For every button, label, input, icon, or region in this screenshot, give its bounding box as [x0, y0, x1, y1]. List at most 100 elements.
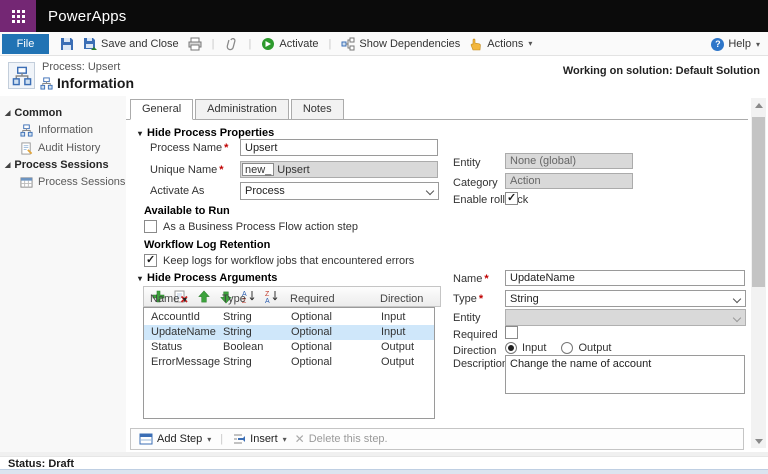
direction-input-radio[interactable] — [505, 342, 517, 354]
attach-button[interactable] — [225, 37, 239, 51]
column-header-type[interactable]: Type — [222, 293, 290, 305]
tab-notes[interactable]: Notes — [290, 99, 344, 120]
collapse-triangle-icon: ▾ — [138, 128, 143, 138]
scroll-down-button[interactable] — [751, 434, 766, 448]
save-icon — [61, 37, 73, 50]
unique-name-field: new_ Upsert — [240, 161, 438, 178]
waffle-menu-icon[interactable] — [0, 0, 36, 32]
cell-direction: Output — [381, 356, 415, 368]
app-top-bar: PowerApps — [0, 0, 768, 32]
cell-direction: Input — [381, 311, 406, 323]
workflow-icon — [20, 123, 33, 137]
detail-entity-label: Entity — [453, 312, 481, 324]
table-row[interactable]: AccountId String Optional Input — [144, 310, 434, 325]
workflow-icon — [40, 76, 53, 90]
direction-radio-group: Input Output — [505, 342, 612, 354]
print-icon — [188, 37, 202, 50]
show-dependencies-icon — [341, 37, 355, 50]
arguments-table-header: Name ▼ Type Required Direction — [143, 293, 435, 305]
section-process-arguments[interactable]: ▾ Hide Process Arguments — [138, 272, 277, 284]
column-header-required[interactable]: Required — [290, 293, 380, 305]
sidebar-group-process-sessions[interactable]: ◢ Process Sessions — [0, 157, 126, 173]
keep-logs-checkbox[interactable] — [144, 254, 157, 267]
add-step-button[interactable]: Add Step ▾ — [139, 432, 211, 446]
detail-name-input[interactable] — [505, 270, 745, 286]
detail-required-label: Required — [453, 329, 498, 341]
chevron-down-icon — [732, 294, 742, 304]
actions-hand-icon — [470, 38, 482, 50]
save-and-close-button[interactable]: Save and Close — [83, 37, 179, 51]
save-button[interactable] — [60, 37, 74, 51]
show-dependencies-button[interactable]: Show Dependencies — [341, 37, 460, 51]
cell-type: String — [223, 326, 252, 338]
unique-name-value: Upsert — [277, 163, 310, 176]
scroll-up-button[interactable] — [751, 98, 766, 112]
working-on-solution-label: Working on solution: Default Solution — [562, 65, 760, 77]
bpf-action-step-checkbox[interactable] — [144, 220, 157, 233]
cell-name: Status — [151, 341, 183, 353]
category-label: Category — [453, 177, 498, 189]
sidebar-item-label: Information — [38, 124, 94, 136]
save-and-close-label: Save and Close — [101, 37, 179, 50]
vertical-scrollbar[interactable] — [751, 98, 766, 448]
table-row[interactable]: Status Boolean Optional Output — [144, 340, 434, 355]
detail-direction-label: Direction — [453, 345, 497, 357]
activate-as-select[interactable]: Process — [240, 182, 439, 200]
print-button[interactable] — [188, 37, 202, 51]
file-button[interactable]: File — [2, 34, 49, 54]
scrollbar-thumb[interactable] — [752, 117, 765, 287]
detail-type-select[interactable]: String — [505, 290, 746, 307]
table-row[interactable]: UpdateName String Optional Input — [144, 325, 434, 340]
arguments-table: AccountId String Optional Input UpdateName S… — [143, 307, 435, 419]
bottom-accent-bar — [0, 469, 768, 474]
audit-history-icon — [21, 141, 33, 155]
expander-icon: ◢ — [5, 162, 11, 169]
insert-button[interactable]: Insert ▾ — [232, 432, 287, 446]
detail-description-textarea[interactable]: Change the name of account — [505, 355, 745, 394]
column-header-name[interactable]: Name ▼ — [150, 293, 222, 305]
insert-label: Insert — [250, 433, 278, 445]
save-and-close-icon — [84, 37, 97, 50]
activate-as-label: Activate As — [150, 185, 205, 197]
cell-type: Boolean — [223, 341, 264, 353]
table-row[interactable]: ErrorMessage String Optional Output — [144, 355, 434, 370]
sidebar-group-common[interactable]: ◢ Common — [0, 105, 126, 121]
divider: | — [211, 37, 215, 50]
expander-icon: ◢ — [5, 110, 11, 117]
direction-output-label: Output — [578, 342, 612, 354]
activate-icon — [262, 37, 275, 50]
help-icon: ? — [711, 37, 725, 51]
section-process-properties[interactable]: ▾ Hide Process Properties — [138, 127, 274, 139]
sort-indicator-icon: ▼ — [181, 297, 189, 304]
column-header-direction[interactable]: Direction — [380, 293, 435, 305]
chevron-down-icon — [732, 313, 742, 323]
process-name-input[interactable] — [240, 139, 438, 156]
step-toolbar: Add Step ▾ | Insert ▾ ✕ Delete this step… — [130, 428, 744, 450]
detail-type-value: String — [510, 293, 539, 305]
tab-general[interactable]: General — [130, 99, 194, 120]
cell-required: Optional — [291, 356, 332, 368]
chevron-down-icon: ▾ — [282, 434, 287, 444]
paperclip-icon — [226, 37, 236, 50]
page-header: Process: Upsert Information Working on s… — [0, 56, 768, 96]
detail-required-checkbox[interactable] — [505, 326, 518, 339]
cell-required: Optional — [291, 311, 332, 323]
sidebar-item-audit-history[interactable]: Audit History — [0, 139, 126, 157]
required-asterisk: * — [478, 293, 484, 305]
process-icon-box — [8, 62, 35, 89]
tab-administration[interactable]: Administration — [195, 99, 289, 120]
activate-button[interactable]: Activate — [261, 37, 319, 51]
sidebar-group-label: Common — [14, 107, 63, 119]
chevron-down-icon: ▾ — [207, 434, 212, 444]
entity-field: None (global) — [505, 153, 633, 169]
sidebar-item-process-sessions[interactable]: Process Sessions — [0, 173, 126, 191]
divider: | — [220, 433, 224, 445]
sidebar-item-information[interactable]: Information — [0, 121, 126, 139]
actions-menu-button[interactable]: Actions ▾ — [469, 37, 532, 51]
enable-rollback-checkbox[interactable] — [505, 192, 518, 205]
help-menu-button[interactable]: ? Help ▾ — [711, 32, 760, 56]
direction-output-radio[interactable] — [561, 342, 574, 354]
tab-strip: General Administration Notes — [130, 99, 346, 120]
unique-name-prefix: new_ — [242, 163, 275, 176]
activate-label: Activate — [279, 37, 319, 50]
